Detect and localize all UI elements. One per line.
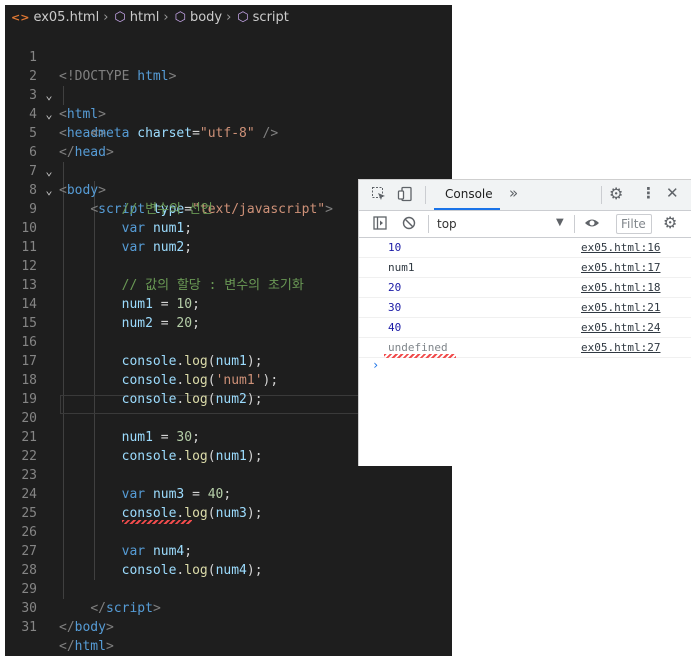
gear-icon[interactable]: ⚙ — [663, 214, 677, 232]
code-line: 24 console.log(num3); — [5, 466, 452, 521]
console-message: 10 ex05.html:16 — [359, 238, 691, 258]
element-cube-icon: ⬡ — [114, 9, 126, 25]
console-value: num1 — [388, 261, 415, 274]
console-value: 30 — [388, 301, 402, 314]
code-line: 3 ⌄ <head> — [5, 67, 452, 141]
source-link[interactable]: ex05.html:16 — [581, 238, 660, 257]
toolbar-divider — [574, 215, 575, 233]
devtools-tab-bar: Console » ⚙ ⋮ ✕ — [359, 180, 691, 211]
code-line: 26 var num4; — [5, 504, 452, 559]
tag-name: body — [74, 620, 106, 635]
code-line: 31 </html> — [5, 599, 452, 654]
element-cube-icon: ⬡ — [237, 9, 249, 25]
gear-icon[interactable]: ⚙ — [609, 186, 623, 202]
code-line: 27 console.log(num4); — [5, 523, 452, 578]
console-value: 20 — [388, 281, 402, 294]
code-line: 30 </body> — [5, 580, 452, 635]
chevron-right-icon: › — [163, 9, 169, 25]
code-line: 6 ⌄ <body> — [5, 124, 452, 198]
source-link[interactable]: ex05.html:18 — [581, 278, 660, 297]
filter-input[interactable]: Filte — [616, 214, 652, 234]
tag-name: html — [74, 639, 106, 654]
breadcrumb-file[interactable]: ex05.html — [33, 10, 99, 25]
live-expression-eye-icon[interactable] — [584, 216, 600, 230]
code-line: 28 — [5, 542, 452, 578]
html-file-icon: <> — [11, 10, 30, 24]
tag-bracket: </ — [59, 639, 75, 654]
element-cube-icon: ⬡ — [174, 9, 186, 25]
tag-bracket: > — [105, 639, 114, 654]
source-link[interactable]: ex05.html:24 — [581, 318, 660, 337]
code-line: 4 <meta charset="utf-8" /> — [5, 86, 452, 141]
clear-console-icon[interactable] — [402, 216, 416, 230]
line-number: 31 — [21, 620, 37, 635]
chevron-right-icon: › — [103, 9, 109, 25]
console-message: undefined ex05.html:27 — [359, 338, 691, 358]
toolbar-divider — [601, 186, 602, 204]
console-prompt-row[interactable]: › — [359, 358, 691, 376]
breadcrumb-html[interactable]: html — [130, 10, 160, 25]
tag-bracket: > — [105, 620, 114, 635]
dropdown-triangle-icon[interactable]: ▼ — [556, 217, 564, 228]
breadcrumb-body[interactable]: body — [190, 10, 222, 25]
toolbar-divider — [425, 186, 426, 204]
context-selector[interactable]: top — [437, 217, 457, 231]
console-value: 10 — [388, 241, 402, 254]
code-line: 29 </script> — [5, 561, 452, 616]
source-link[interactable]: ex05.html:21 — [581, 298, 660, 317]
code-line: 2 ⌄ <html> — [5, 48, 452, 122]
source-link[interactable]: ex05.html:17 — [581, 258, 660, 277]
breadcrumb-script[interactable]: script — [253, 10, 289, 25]
console-message: 40 ex05.html:24 — [359, 318, 691, 338]
code-line: 5 </head> — [5, 105, 452, 160]
cursor-select-icon[interactable] — [371, 186, 387, 202]
tab-console-underline — [434, 208, 500, 210]
device-toolbar-icon[interactable] — [397, 186, 413, 202]
close-icon[interactable]: ✕ — [666, 185, 679, 202]
console-toolbar: top ▼ Filte ⚙ — [359, 211, 691, 238]
console-message: 30 ex05.html:21 — [359, 298, 691, 318]
console-messages: 10 ex05.html:16 num1 ex05.html:17 20 ex0… — [359, 238, 691, 376]
console-message: num1 ex05.html:17 — [359, 258, 691, 278]
source-link[interactable]: ex05.html:27 — [581, 338, 660, 357]
code-line: 7 ⌄ <script type="text/javascript"> — [5, 143, 452, 217]
breadcrumb: <> ex05.html › ⬡ html › ⬡ body › ⬡ scrip… — [5, 5, 452, 29]
more-tabs-button[interactable]: » — [509, 184, 518, 202]
filter-placeholder: Filte — [621, 217, 646, 231]
code-line: 1 <!DOCTYPE html> — [5, 29, 452, 84]
code-line: 25 — [5, 485, 452, 521]
toolbar-divider — [428, 215, 429, 233]
more-vertical-icon[interactable]: ⋮ — [641, 185, 656, 202]
tag-bracket: </ — [59, 620, 75, 635]
console-value: 40 — [388, 321, 402, 334]
console-message: 20 ex05.html:18 — [359, 278, 691, 298]
console-prompt: › — [372, 358, 380, 372]
devtools-panel: Console » ⚙ ⋮ ✕ top ▼ Filte ⚙ 10 ex05.ht… — [358, 179, 691, 466]
tab-console[interactable]: Console — [445, 187, 493, 201]
sidebar-toggle-icon[interactable] — [373, 216, 387, 230]
chevron-right-icon: › — [226, 9, 232, 25]
